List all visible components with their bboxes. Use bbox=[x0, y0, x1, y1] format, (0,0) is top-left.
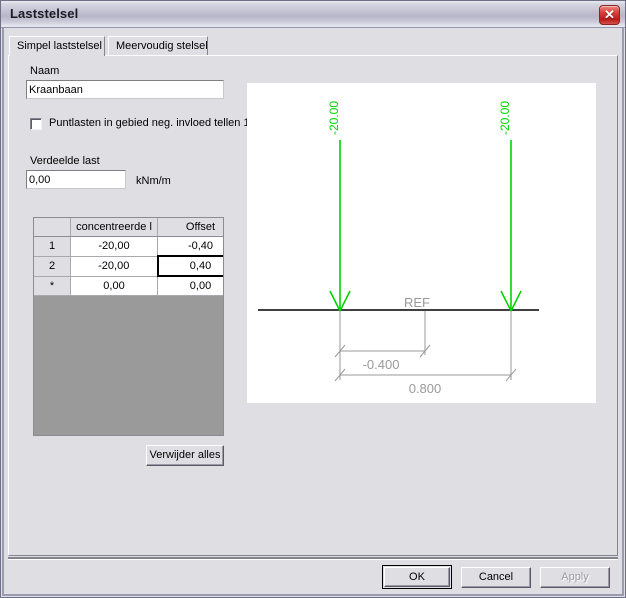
row-header-new[interactable]: * bbox=[34, 276, 71, 296]
remove-all-button-label: Verwijder alles bbox=[149, 449, 221, 461]
cell-concentrated-load[interactable]: 0,00 bbox=[70, 276, 158, 296]
title-bar[interactable]: Laststelsel ✕ bbox=[1, 1, 625, 28]
column-header-offset[interactable]: Offset bbox=[157, 218, 223, 237]
load-right-label: -20.00 bbox=[498, 101, 512, 135]
dimension-inner bbox=[334, 344, 431, 358]
naam-label: Naam bbox=[30, 65, 60, 77]
dialog-laststelsel: Laststelsel ✕ Simpel laststelsel Meervou… bbox=[0, 0, 626, 598]
dimension-inner-label: -0.400 bbox=[363, 357, 400, 372]
table-filler-row bbox=[34, 295, 223, 435]
apply-button[interactable]: Apply bbox=[540, 567, 610, 588]
column-header-concentrated-load[interactable]: concentreerde l bbox=[70, 218, 158, 237]
window-title: Laststelsel bbox=[10, 6, 79, 21]
load-diagram-svg: -20.00 -20.00 REF -0.400 0.800 bbox=[258, 101, 539, 396]
remove-all-button[interactable]: Verwijder alles bbox=[146, 445, 224, 466]
load-arrow-left bbox=[329, 140, 351, 313]
reference-label: REF bbox=[404, 295, 430, 310]
naam-input[interactable] bbox=[26, 80, 224, 99]
close-button[interactable]: ✕ bbox=[599, 5, 620, 25]
table-row[interactable]: 2 -20,00 0,40 bbox=[34, 255, 223, 277]
tab-meervoudig-stelsel[interactable]: Meervoudig stelsel bbox=[108, 36, 208, 56]
tab-label: Meervoudig stelsel bbox=[116, 40, 208, 52]
ok-button[interactable]: OK bbox=[382, 565, 452, 589]
loads-grid[interactable]: concentreerde l Offset 1 -20,00 -0,40 2 … bbox=[33, 217, 224, 436]
bottom-separator bbox=[8, 557, 618, 560]
cell-concentrated-load[interactable]: -20,00 bbox=[70, 256, 158, 277]
close-icon: ✕ bbox=[604, 7, 615, 22]
checkbox-puntlasten-label: Puntlasten in gebied neg. invloed tellen… bbox=[49, 117, 250, 129]
cancel-button[interactable]: Cancel bbox=[461, 567, 531, 588]
ok-button-inner: OK bbox=[384, 567, 450, 587]
verdeelde-last-input[interactable] bbox=[26, 170, 126, 189]
tab-simpel-laststelsel[interactable]: Simpel laststelsel bbox=[9, 36, 105, 56]
table-row[interactable]: 1 -20,00 -0,40 bbox=[34, 236, 223, 257]
cell-offset[interactable]: 0,00 bbox=[157, 276, 223, 296]
cancel-button-label: Cancel bbox=[478, 571, 514, 583]
cell-offset-selected[interactable]: 0,40 bbox=[156, 255, 223, 277]
apply-button-label: Apply bbox=[561, 571, 589, 583]
table-filler bbox=[34, 295, 223, 435]
row-header[interactable]: 1 bbox=[34, 236, 71, 257]
load-arrow-right bbox=[500, 140, 522, 313]
table-row-new[interactable]: * 0,00 0,00 bbox=[34, 276, 223, 296]
row-header[interactable]: 2 bbox=[34, 256, 71, 277]
load-left-label: -20.00 bbox=[327, 101, 341, 135]
checkbox-puntlasten[interactable] bbox=[30, 118, 42, 130]
tab-label: Simpel laststelsel bbox=[17, 40, 102, 52]
verdeelde-last-unit: kNm/m bbox=[136, 175, 171, 187]
cell-concentrated-load[interactable]: -20,00 bbox=[70, 236, 158, 257]
table-header-row: concentreerde l Offset bbox=[34, 218, 223, 237]
column-header-index[interactable] bbox=[34, 218, 71, 237]
verdeelde-last-label: Verdeelde last bbox=[30, 155, 100, 167]
dimension-outer-label: 0.800 bbox=[409, 381, 442, 396]
loads-table: concentreerde l Offset 1 -20,00 -0,40 2 … bbox=[34, 218, 223, 435]
load-diagram-panel: -20.00 -20.00 REF -0.400 0.800 bbox=[247, 83, 596, 403]
ok-button-label: OK bbox=[409, 571, 425, 583]
cell-offset[interactable]: -0,40 bbox=[157, 236, 223, 257]
